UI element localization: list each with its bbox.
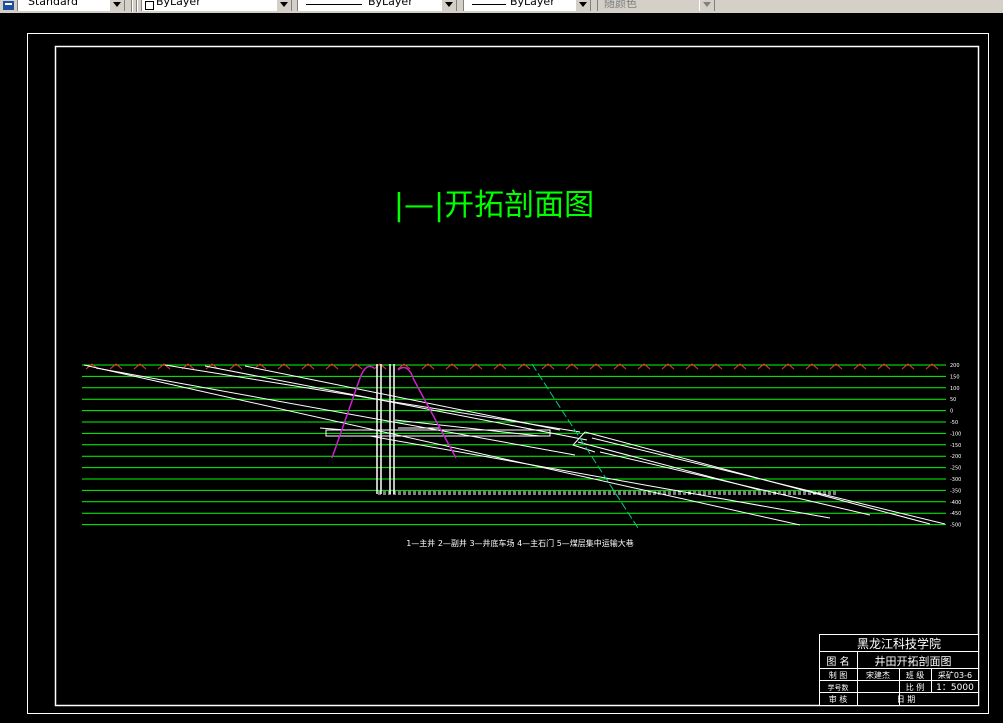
elevation-label: 50 xyxy=(950,397,956,403)
scale-label: 比 例 xyxy=(906,682,925,692)
chevron-down-icon[interactable] xyxy=(575,0,590,11)
toolbar-separator xyxy=(131,0,133,12)
text-style-select[interactable]: Standard xyxy=(17,0,125,11)
plot-style-value: 随颜色 xyxy=(604,0,637,10)
elevation-label: -500 xyxy=(950,523,961,529)
shafts xyxy=(376,364,395,494)
elevation-label: -400 xyxy=(950,500,961,506)
linetype-select[interactable]: ByLayer xyxy=(297,0,457,11)
seam-line xyxy=(204,365,588,441)
student-label: 学号数 xyxy=(828,683,849,692)
drawing-canvas[interactable]: |—|开拓剖面图 200 150 100 50 0 -50 -100 -150 -200 -250… xyxy=(0,13,1003,723)
toolbar-separator xyxy=(136,0,138,12)
drawn-value: 宋建杰 xyxy=(866,670,890,680)
elevation-label: -150 xyxy=(950,443,961,449)
drawing-title: |—|开拓剖面图 xyxy=(394,188,594,223)
sheet-border xyxy=(27,33,989,714)
color-swatch-icon xyxy=(145,1,154,10)
fault-line xyxy=(531,363,639,529)
color-value: ByLayer xyxy=(156,0,201,8)
date-label: 日 期 xyxy=(897,695,916,704)
school-name: 黑龙江科技学院 xyxy=(857,636,941,651)
elevation-label: 100 xyxy=(950,386,960,392)
plot-style-select[interactable]: 随颜色 xyxy=(597,0,715,11)
text-style-icon[interactable] xyxy=(1,0,17,11)
seam-line xyxy=(599,451,871,516)
seam-line xyxy=(95,367,576,456)
chevron-down-icon[interactable] xyxy=(276,0,291,11)
review-label: 审 核 xyxy=(829,694,848,704)
name-label: 图 名 xyxy=(826,655,849,668)
linetype-preview xyxy=(306,4,362,5)
elevation-label: 0 xyxy=(950,409,953,415)
elevation-labels: 200 150 100 50 0 -50 -100 -150 -200 -250 -300 -350 -… xyxy=(950,363,961,529)
elevation-label: -200 xyxy=(950,454,961,460)
elevation-label: -50 xyxy=(950,420,958,426)
scale-value: 1：5000 xyxy=(936,683,974,693)
color-select[interactable]: ByLayer xyxy=(141,0,292,11)
elevation-label: -300 xyxy=(950,477,961,483)
text-style-value: Standard xyxy=(28,0,79,8)
name-value: 井田开拓剖面图 xyxy=(875,654,952,668)
elevation-label: 200 xyxy=(950,363,960,369)
seam-line xyxy=(591,437,946,525)
linetype-value: ByLayer xyxy=(368,0,413,8)
lineweight-value: ByLayer xyxy=(510,0,555,8)
lineweight-select[interactable]: ByLayer xyxy=(463,0,591,11)
lineweight-preview xyxy=(472,4,506,5)
fault-offset xyxy=(572,431,596,453)
drawn-label: 制 图 xyxy=(829,670,848,680)
elevation-label: 150 xyxy=(950,374,960,380)
class-value: 采矿03-6 xyxy=(938,670,972,680)
elevation-label: -350 xyxy=(950,488,961,494)
title-block: 黑龙江科技学院 图 名 井田开拓剖面图 制 图 宋建杰 班 级 采矿03-6 学… xyxy=(819,634,979,706)
chevron-down-icon[interactable] xyxy=(441,0,456,11)
properties-toolbar: Standard ByLayer ByLayer ByLayer 随颜色 xyxy=(0,0,1003,13)
legend-text: 1—主井 2—副井 3—井底车场 4—主石门 5—煤层集中运输大巷 xyxy=(406,538,634,548)
chevron-down-icon[interactable] xyxy=(699,0,714,11)
chevron-down-icon[interactable] xyxy=(109,0,124,11)
class-label: 班 级 xyxy=(906,670,925,680)
elevation-label: -250 xyxy=(950,466,961,472)
elevation-label: -100 xyxy=(950,431,961,437)
elevation-label: -450 xyxy=(950,511,961,517)
